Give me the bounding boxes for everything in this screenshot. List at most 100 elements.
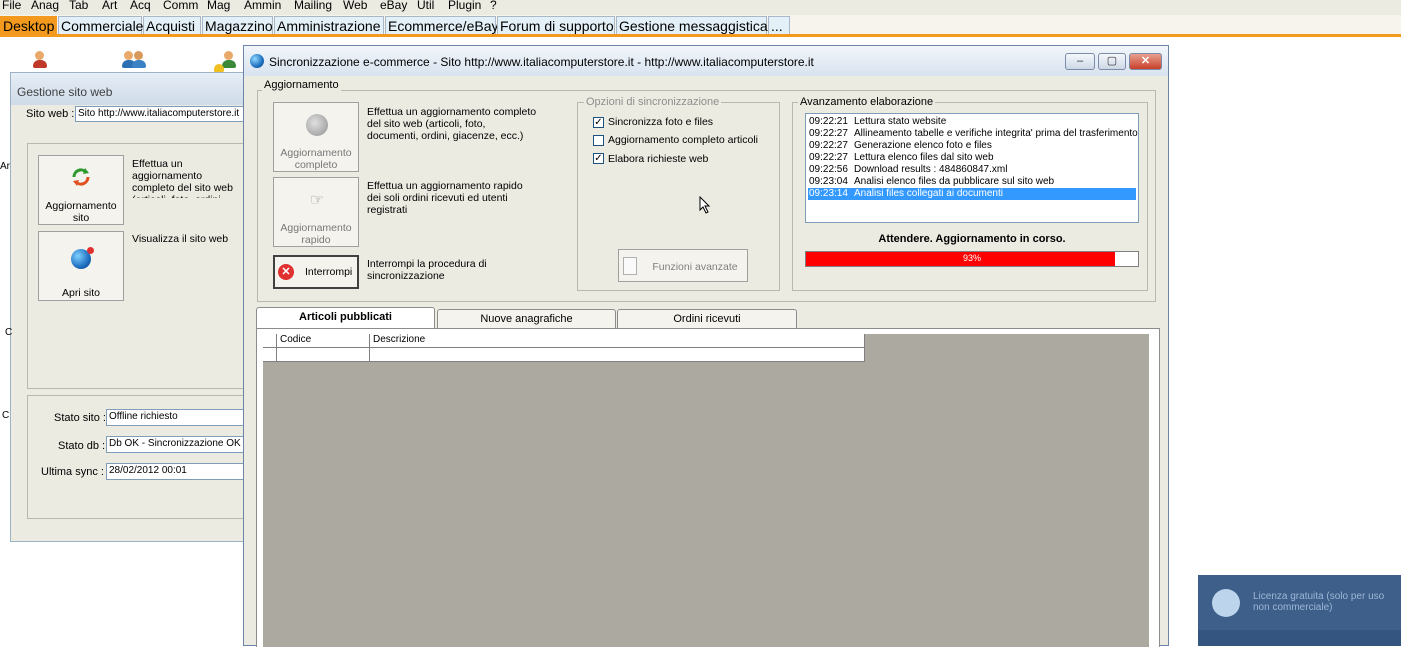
desktop-contacts-icon[interactable] <box>214 50 238 72</box>
sito-web-label: Sito web : <box>26 108 75 120</box>
dialog-globe-icon <box>250 54 264 68</box>
aggiornamento-completo-label: Aggiornamento completo <box>280 147 352 171</box>
teamviewer-toolbar[interactable] <box>1198 630 1401 646</box>
edge-letter-2: C <box>5 327 13 338</box>
option-articoli-label: Aggiornamento completo articoli <box>608 134 758 146</box>
desktop-user-icon[interactable] <box>29 50 51 72</box>
progress-bar: 93% <box>805 251 1139 267</box>
tab-magazzino[interactable]: Magazzino <box>202 16 273 34</box>
menu-file[interactable]: File <box>0 0 23 15</box>
articoli-grid[interactable]: Codice Descrizione <box>263 334 1149 647</box>
desktop-group-icon[interactable] <box>122 50 146 72</box>
gestione-sito-window: Gestione sito web Sito web : Sito http:/… <box>10 72 245 542</box>
grid-cell[interactable] <box>370 348 865 362</box>
refresh-icon <box>70 166 92 188</box>
avanzamento-legend: Avanzamento elaborazione <box>798 96 936 108</box>
globe-badge <box>87 247 94 254</box>
aggiornamento-legend: Aggiornamento <box>262 79 341 91</box>
teamviewer-popup: Licenza gratuita (solo per uso non comme… <box>1198 575 1401 646</box>
menu-mag[interactable]: Mag <box>205 0 232 15</box>
tab-desktop[interactable]: Desktop <box>0 16 57 34</box>
menu-plugin[interactable]: Plugin <box>446 0 483 15</box>
tab-acquisti[interactable]: Acquisti <box>143 16 201 34</box>
tab-commerciale[interactable]: Commerciale <box>58 16 143 34</box>
log-row[interactable]: 09:22:56 Download results : 484860847.xml <box>808 164 1136 176</box>
log-row[interactable]: 09:22:27 Allineamento tabelle e verifiche… <box>808 128 1138 140</box>
menu-mailing[interactable]: Mailing <box>292 0 334 15</box>
status-text: Attendere. Aggiornamento in corso. <box>878 233 1066 245</box>
tab-ordini-ricevuti[interactable]: Ordini ricevuti <box>617 309 797 328</box>
stato-db-label: Stato db : <box>58 440 106 452</box>
aggiornamento-rapido-button[interactable]: ☞ Aggiornamento rapido <box>273 177 359 247</box>
mouse-pointer-icon <box>699 195 711 214</box>
tab-more[interactable]: ... <box>768 16 790 34</box>
dialog-title: Sincronizzazione e-commerce - Sito http:… <box>244 46 1168 76</box>
edge-letter-1: Ar <box>0 161 10 172</box>
aggiornamento-sito-desc: Effettua un aggiornamento completo del s… <box>132 158 233 198</box>
close-button[interactable]: ✕ <box>1129 53 1162 70</box>
option-foto-checkbox[interactable]: ✓ <box>593 117 604 128</box>
grid-header-codice[interactable]: Codice <box>277 334 370 348</box>
log-row[interactable]: 09:22:27 Generazione elenco foto e files <box>808 140 1136 152</box>
menu-bar: File Anag Tab Art Acq Comm Mag Ammin Mai… <box>0 0 1401 15</box>
hand-cursor-icon: ☞ <box>309 192 325 209</box>
menu-art[interactable]: Art <box>100 0 119 15</box>
menu-ebay[interactable]: eBay <box>378 0 409 15</box>
menu-web[interactable]: Web <box>341 0 369 15</box>
tab-nuove-anagrafiche[interactable]: Nuove anagrafiche <box>437 309 616 328</box>
menu-comm[interactable]: Comm <box>161 0 200 15</box>
log-row[interactable]: 09:22:27 Lettura elenco files dal sito we… <box>808 152 1136 164</box>
aggiornamento-sito-label: Aggiornamento sito <box>45 200 117 224</box>
log-row[interactable]: 09:23:04 Analisi elenco files da pubblica… <box>808 176 1136 188</box>
progress-percent: 93% <box>962 253 981 263</box>
teamviewer-logo-icon <box>1212 589 1240 617</box>
aggiornamento-sito-button[interactable]: Aggiornamento sito <box>38 155 124 225</box>
interrompi-desc: Interrompi la procedura di sincronizzazi… <box>367 258 487 282</box>
tab-ecommerce-ebay[interactable]: Ecommerce/eBay <box>385 16 498 34</box>
apri-sito-desc: Visualizza il sito web <box>132 233 229 245</box>
menu-ammin[interactable]: Ammin <box>242 0 283 15</box>
aggiornamento-rapido-desc: Effettua un aggiornamento rapido dei sol… <box>367 180 523 216</box>
funzioni-avanzate-button[interactable]: Funzioni avanzate <box>618 249 748 282</box>
interrompi-button[interactable]: ✕ Interrompi <box>273 255 359 289</box>
funzioni-avanzate-label: Funzioni avanzate <box>652 261 738 273</box>
grid-row-indicator <box>263 348 277 362</box>
tab-articoli-pubblicati[interactable]: Articoli pubblicati <box>256 307 435 328</box>
menu-help[interactable]: ? <box>488 0 499 15</box>
stop-icon: ✕ <box>278 264 294 280</box>
aggiornamento-completo-button[interactable]: Aggiornamento completo <box>273 102 359 172</box>
apri-sito-button[interactable]: Apri sito <box>38 231 124 301</box>
maximize-button[interactable]: ▢ <box>1098 53 1126 70</box>
option-web-label: Elabora richieste web <box>608 153 709 165</box>
grid-cell[interactable] <box>277 348 370 362</box>
stato-db-field[interactable]: Db OK - Sincronizzazione OK <box>106 436 245 453</box>
menu-tab[interactable]: Tab <box>67 0 90 15</box>
log-row[interactable]: 09:22:21 Lettura stato website <box>808 116 1136 128</box>
menu-util[interactable]: Util <box>415 0 436 15</box>
ultima-sync-field[interactable]: 28/02/2012 00:01 <box>106 463 245 480</box>
edge-letter-3: C <box>2 410 10 421</box>
menu-anag[interactable]: Anag <box>29 0 61 15</box>
ultima-sync-label: Ultima sync : <box>41 466 104 478</box>
menu-acq[interactable]: Acq <box>128 0 153 15</box>
sito-web-field[interactable]: Sito http://www.italiacomputerstore.it <box>75 106 245 122</box>
option-web-checkbox[interactable]: ✓ <box>593 153 604 164</box>
grid-header-descrizione[interactable]: Descrizione <box>370 334 865 348</box>
apri-sito-label: Apri sito <box>62 287 100 299</box>
gestione-window-title: Gestione sito web <box>11 73 245 105</box>
teamviewer-license-text: Licenza gratuita (solo per uso non comme… <box>1253 591 1385 613</box>
minimize-button[interactable]: – <box>1065 53 1095 70</box>
grid-corner <box>263 334 277 348</box>
log-list[interactable]: 09:22:21 Lettura stato website 09:22:27 Al… <box>805 113 1139 223</box>
opzioni-legend: Opzioni di sincronizzazione <box>584 96 722 108</box>
refresh-disabled-icon <box>306 114 328 136</box>
tab-forum[interactable]: Forum di supporto <box>497 16 615 34</box>
tab-amministrazione[interactable]: Amministrazione <box>274 16 384 34</box>
log-row-selected[interactable]: 09:23:14 Analisi files collegati ai docum… <box>808 188 1136 200</box>
option-articoli-checkbox[interactable] <box>593 135 604 146</box>
stato-sito-field[interactable]: Offline richiesto <box>106 409 245 426</box>
interrompi-label: Interrompi <box>305 266 353 278</box>
tab-messaggistica[interactable]: Gestione messaggistica <box>616 16 768 34</box>
aggiornamento-completo-desc: Effettua un aggiornamento completo del s… <box>367 106 537 142</box>
stato-sito-label: Stato sito : <box>54 412 106 424</box>
